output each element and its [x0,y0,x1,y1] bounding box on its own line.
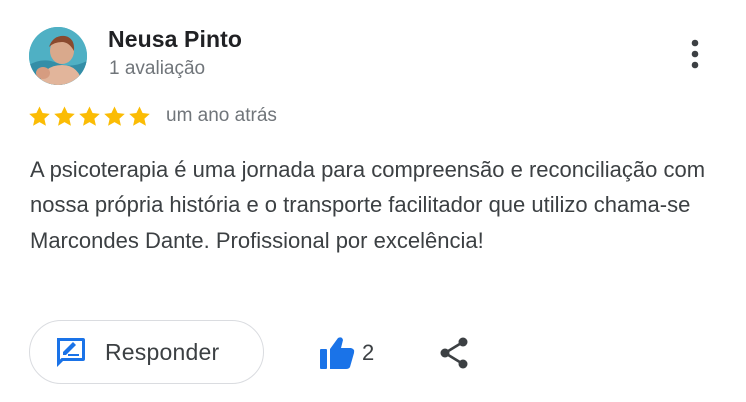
review-time: um ano atrás [166,105,277,126]
review-card: Neusa Pinto 1 avaliação um ano atrás A p… [0,0,746,402]
share-button[interactable] [436,334,472,372]
reply-edit-icon [57,338,85,367]
star-rating [28,105,151,128]
reply-button[interactable]: Responder [29,320,264,384]
like-count: 2 [362,340,375,365]
share-icon [440,337,468,369]
star-icon [54,106,75,126]
star-icon [79,106,100,126]
author-name[interactable]: Neusa Pinto [108,26,242,53]
thumbs-up-icon [320,337,355,369]
review-text: A psicoterapia é uma jornada para compre… [30,157,706,253]
like-button[interactable]: 2 [318,334,374,372]
avatar[interactable] [29,27,87,85]
author-review-count: 1 avaliação [109,58,206,79]
star-icon [29,106,50,126]
avatar-photo [29,27,87,85]
more-vertical-icon [691,39,699,69]
more-options-button[interactable] [676,34,714,74]
reply-button-label: Responder [105,338,220,365]
star-icon [104,106,125,126]
star-icon [129,106,150,126]
